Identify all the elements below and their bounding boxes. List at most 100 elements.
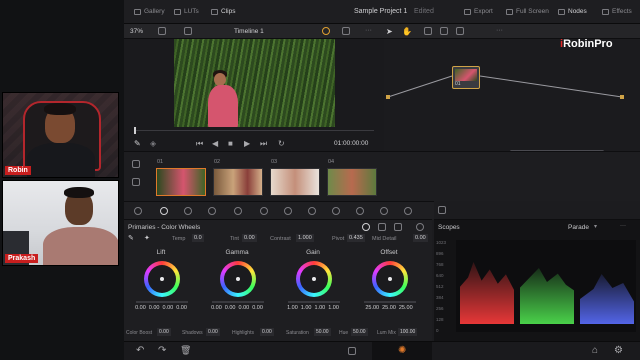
- node-layer-icon[interactable]: [440, 27, 448, 35]
- gallery-button[interactable]: Gallery: [134, 8, 165, 15]
- export-button[interactable]: Export: [464, 8, 493, 15]
- corrector-node[interactable]: 01: [452, 66, 480, 89]
- param-value[interactable]: 0.00: [206, 328, 220, 336]
- luts-button[interactable]: LUTs: [174, 8, 199, 15]
- sizing-icon[interactable]: [380, 207, 388, 215]
- wheel-value-b[interactable]: 1.00: [328, 305, 339, 311]
- stop-icon[interactable]: ■: [228, 139, 233, 148]
- clip-info-icon[interactable]: [132, 178, 140, 186]
- tracker-icon[interactable]: [308, 207, 316, 215]
- wheel-puck[interactable]: [236, 277, 240, 281]
- wheel-puck[interactable]: [160, 277, 164, 281]
- param-value[interactable]: 0.0: [192, 234, 204, 242]
- playhead[interactable]: [134, 127, 136, 134]
- clip-thumbnail[interactable]: [213, 168, 263, 196]
- clips-button[interactable]: Clips: [211, 8, 235, 15]
- pointer-tool-icon[interactable]: ➤: [386, 27, 393, 36]
- hand-tool-icon[interactable]: ✋: [402, 27, 412, 36]
- settings-gear-icon[interactable]: ⚙: [614, 345, 623, 356]
- undo-icon[interactable]: ↶: [136, 345, 144, 356]
- wheel-value-y[interactable]: 1.00: [287, 305, 298, 311]
- wheel-value-g[interactable]: 0.00: [239, 305, 250, 311]
- wheel-value-r[interactable]: 1.00: [301, 305, 312, 311]
- reset-icon[interactable]: [416, 223, 424, 231]
- auto-balance-icon[interactable]: ✦: [144, 234, 150, 242]
- color-icon[interactable]: [322, 27, 330, 35]
- param-value[interactable]: 1.000: [296, 234, 314, 242]
- window-icon[interactable]: [284, 207, 292, 215]
- timeline-icon[interactable]: [132, 160, 140, 168]
- wheel-value-b[interactable]: 0.00: [252, 305, 263, 311]
- qualifier-icon[interactable]: [260, 207, 268, 215]
- wheel-value-g[interactable]: 25.00: [382, 305, 396, 311]
- key-icon[interactable]: [356, 207, 364, 215]
- scope-more-icon[interactable]: ···: [620, 223, 626, 229]
- scrubber-track[interactable]: [134, 130, 374, 131]
- play-icon[interactable]: ▶: [244, 139, 250, 148]
- pipette-icon[interactable]: ✎: [128, 234, 134, 242]
- trash-icon[interactable]: 🗑: [180, 345, 191, 356]
- play-reverse-icon[interactable]: ◀: [212, 139, 218, 148]
- viewer-layout-icon[interactable]: [158, 27, 166, 35]
- node-editor[interactable]: iRobinPro 01: [384, 38, 640, 159]
- camera-raw-icon[interactable]: [134, 207, 142, 215]
- color-wheels-icon[interactable]: [160, 207, 168, 215]
- skip-forward-icon[interactable]: ⏭: [260, 139, 267, 149]
- master-wheel-bar[interactable]: [212, 301, 264, 303]
- node-add-icon[interactable]: [424, 27, 432, 35]
- param-value[interactable]: 0.00: [413, 234, 428, 242]
- wheel-value-g[interactable]: 1.00: [315, 305, 326, 311]
- wheel-value-g[interactable]: 0.00: [163, 305, 174, 311]
- param-value[interactable]: 0.435: [347, 234, 365, 242]
- skip-back-icon[interactable]: ⏮: [196, 139, 203, 149]
- master-wheel-bar[interactable]: [136, 301, 188, 303]
- clip-thumbnail[interactable]: [327, 168, 377, 196]
- param-value[interactable]: 50.00: [314, 328, 331, 336]
- param-value[interactable]: 0.00: [260, 328, 274, 336]
- zoom-level[interactable]: 37%: [130, 28, 143, 35]
- wheel-puck[interactable]: [388, 277, 392, 281]
- eyedropper-icon[interactable]: ✎: [134, 139, 141, 148]
- color-page-icon[interactable]: ✺: [398, 345, 406, 356]
- wheel-value-b[interactable]: 0.00: [176, 305, 187, 311]
- wheel-value-r[interactable]: 0.00: [225, 305, 236, 311]
- split-view-icon[interactable]: [184, 27, 192, 35]
- timeline-name[interactable]: Timeline 1: [234, 28, 264, 35]
- log-mode-icon[interactable]: [394, 223, 402, 231]
- scope-mode-dropdown[interactable]: Parade: [568, 224, 589, 231]
- wheel-value-b[interactable]: 25.00: [399, 305, 413, 311]
- motion-effects-icon[interactable]: [208, 207, 216, 215]
- full-screen-button[interactable]: Full Screen: [506, 8, 549, 15]
- clip-thumbnail[interactable]: [270, 168, 320, 196]
- viewer-frame[interactable]: [174, 39, 335, 127]
- blur-icon[interactable]: [332, 207, 340, 215]
- param-value[interactable]: 100.00: [398, 328, 418, 336]
- scopes-toggle-icon[interactable]: [438, 206, 446, 214]
- bars-mode-icon[interactable]: [378, 223, 386, 231]
- chevron-down-icon[interactable]: ▾: [594, 223, 597, 230]
- layers-icon[interactable]: ◈: [150, 139, 156, 148]
- master-wheel-bar[interactable]: [288, 301, 340, 303]
- curves-icon[interactable]: [234, 207, 242, 215]
- wheel-value-y[interactable]: 0.00: [135, 305, 146, 311]
- param-value[interactable]: 50.00: [351, 328, 368, 336]
- clip-thumbnail[interactable]: [156, 168, 206, 196]
- more-options-icon[interactable]: ···: [365, 27, 372, 34]
- wheel-value-r[interactable]: 0.00: [149, 305, 160, 311]
- audio-icon[interactable]: [342, 27, 350, 35]
- node-parallel-icon[interactable]: [456, 27, 464, 35]
- loop-icon[interactable]: ↻: [278, 139, 285, 148]
- param-value[interactable]: 0.00: [157, 328, 171, 336]
- rgb-mixer-icon[interactable]: [184, 207, 192, 215]
- wheel-puck[interactable]: [312, 277, 316, 281]
- param-value[interactable]: 0.00: [242, 234, 257, 242]
- 3d-icon[interactable]: [404, 207, 412, 215]
- effects-button[interactable]: Effects: [602, 8, 632, 15]
- media-page-icon[interactable]: [348, 347, 356, 355]
- wheel-value-r[interactable]: 25.00: [365, 305, 379, 311]
- nodes-button[interactable]: Nodes: [558, 8, 587, 15]
- redo-icon[interactable]: ↷: [158, 345, 166, 356]
- master-wheel-bar[interactable]: [364, 301, 416, 303]
- home-icon[interactable]: ⌂: [592, 345, 598, 356]
- wheels-mode-icon[interactable]: [362, 223, 370, 231]
